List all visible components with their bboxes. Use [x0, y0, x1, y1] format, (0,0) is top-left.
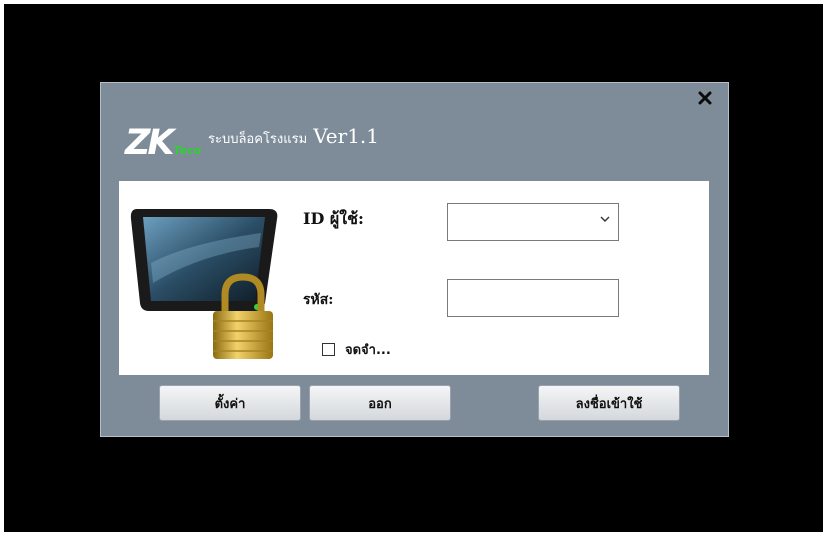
password-field[interactable]	[447, 279, 619, 317]
screen-background: ZK Teco ระบบล็อคโรงแรม Ver1.1 ID ผู้ใช้:…	[4, 4, 823, 532]
app-title: ระบบล็อคโรงแรม Ver1.1	[208, 124, 379, 149]
exit-button[interactable]: ออก	[309, 385, 451, 421]
chevron-down-icon	[600, 216, 610, 222]
close-icon	[698, 91, 712, 105]
logo-sub: Teco	[173, 144, 202, 157]
remember-me[interactable]: จดจำ...	[322, 339, 391, 360]
login-panel: ID ผู้ใช้: รหัส: จดจำ...	[119, 181, 709, 375]
zkteco-logo: ZK Teco	[125, 121, 201, 161]
login-dialog: ZK Teco ระบบล็อคโรงแรม Ver1.1 ID ผู้ใช้:…	[100, 82, 729, 437]
remember-label: จดจำ...	[345, 343, 391, 358]
device-lock-icon	[130, 209, 278, 359]
app-version: Ver1.1	[313, 124, 379, 148]
app-title-text: ระบบล็อคโรงแรม	[208, 132, 308, 147]
userid-label: ID ผู้ใช้:	[303, 209, 364, 228]
settings-button[interactable]: ตั้งค่า	[159, 385, 301, 421]
logo-main: ZK	[125, 123, 174, 163]
login-button[interactable]: ลงชื่อเข้าใช้	[538, 385, 680, 421]
close-button[interactable]	[696, 91, 714, 109]
remember-checkbox[interactable]	[322, 343, 335, 356]
password-label: รหัส:	[303, 292, 334, 308]
userid-select[interactable]	[447, 203, 619, 241]
